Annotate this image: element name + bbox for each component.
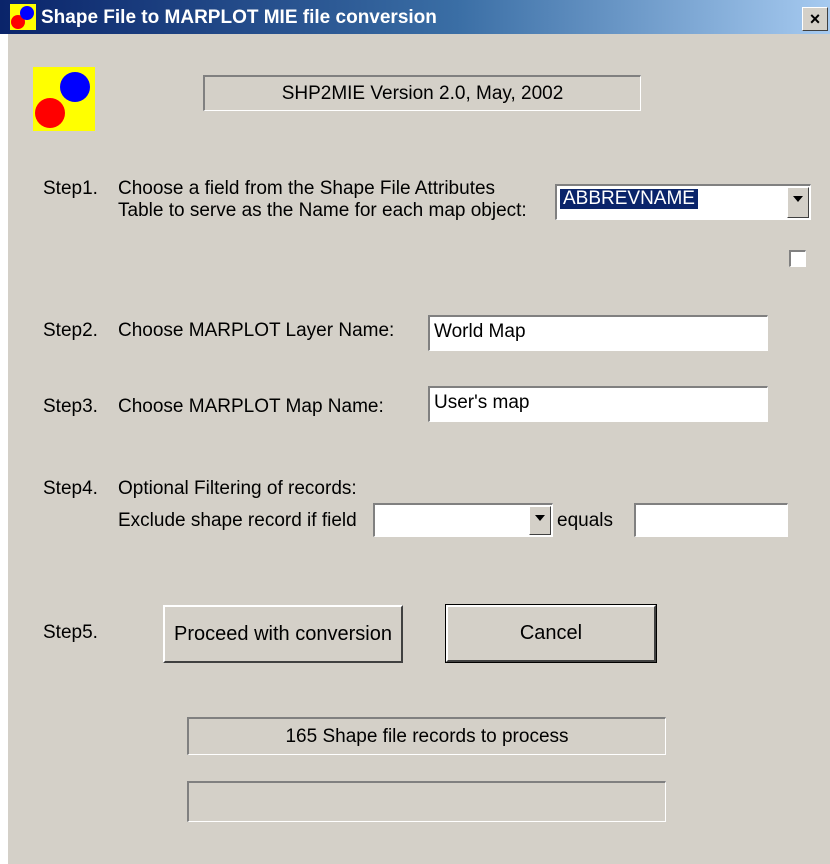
step4-label: Step4. xyxy=(43,478,98,499)
proceed-button[interactable]: Proceed with conversion xyxy=(163,605,403,663)
version-text: SHP2MIE Version 2.0, May, 2002 xyxy=(281,83,564,104)
step1-text-line2: Table to serve as the Name for each map … xyxy=(118,200,527,221)
title-bar: Shape File to MARPLOT MIE file conversio… xyxy=(0,0,830,34)
app-logo-icon xyxy=(33,67,95,131)
filter-field-dropdown[interactable] xyxy=(373,503,553,537)
step5-label: Step5. xyxy=(43,622,98,643)
app-logo-icon[interactable] xyxy=(10,4,36,30)
records-status-text: 165 Shape file records to process xyxy=(285,726,569,747)
step4-text-line2: Exclude shape record if field xyxy=(118,510,357,531)
step1-label: Step1. xyxy=(43,178,98,199)
progress-bar xyxy=(187,781,666,822)
name-field-selected: ABBREVNAME xyxy=(560,189,698,209)
step1-text-line1: Choose a field from the Shape File Attri… xyxy=(118,178,496,199)
window-edge xyxy=(0,34,8,864)
step3-text: Choose MARPLOT Map Name: xyxy=(118,396,384,417)
map-name-input[interactable]: User's map xyxy=(428,386,768,422)
step4-text-line1: Optional Filtering of records: xyxy=(118,478,357,499)
name-field-dropdown[interactable]: ABBREVNAME xyxy=(555,184,811,220)
layer-name-input[interactable]: World Map xyxy=(428,315,768,351)
step2-text: Choose MARPLOT Layer Name: xyxy=(118,320,395,341)
version-label: SHP2MIE Version 2.0, May, 2002 xyxy=(203,75,641,111)
equals-label: equals xyxy=(557,510,613,531)
cancel-button[interactable]: Cancel xyxy=(445,604,657,663)
records-status: 165 Shape file records to process xyxy=(187,717,666,755)
chevron-down-icon[interactable] xyxy=(787,187,809,218)
option-checkbox[interactable] xyxy=(789,250,806,267)
window-title: Shape File to MARPLOT MIE file conversio… xyxy=(41,7,437,28)
equals-value-input[interactable] xyxy=(634,503,788,537)
step2-label: Step2. xyxy=(43,320,98,341)
close-button[interactable]: × xyxy=(802,7,828,31)
step3-label: Step3. xyxy=(43,396,98,417)
chevron-down-icon[interactable] xyxy=(529,506,551,535)
